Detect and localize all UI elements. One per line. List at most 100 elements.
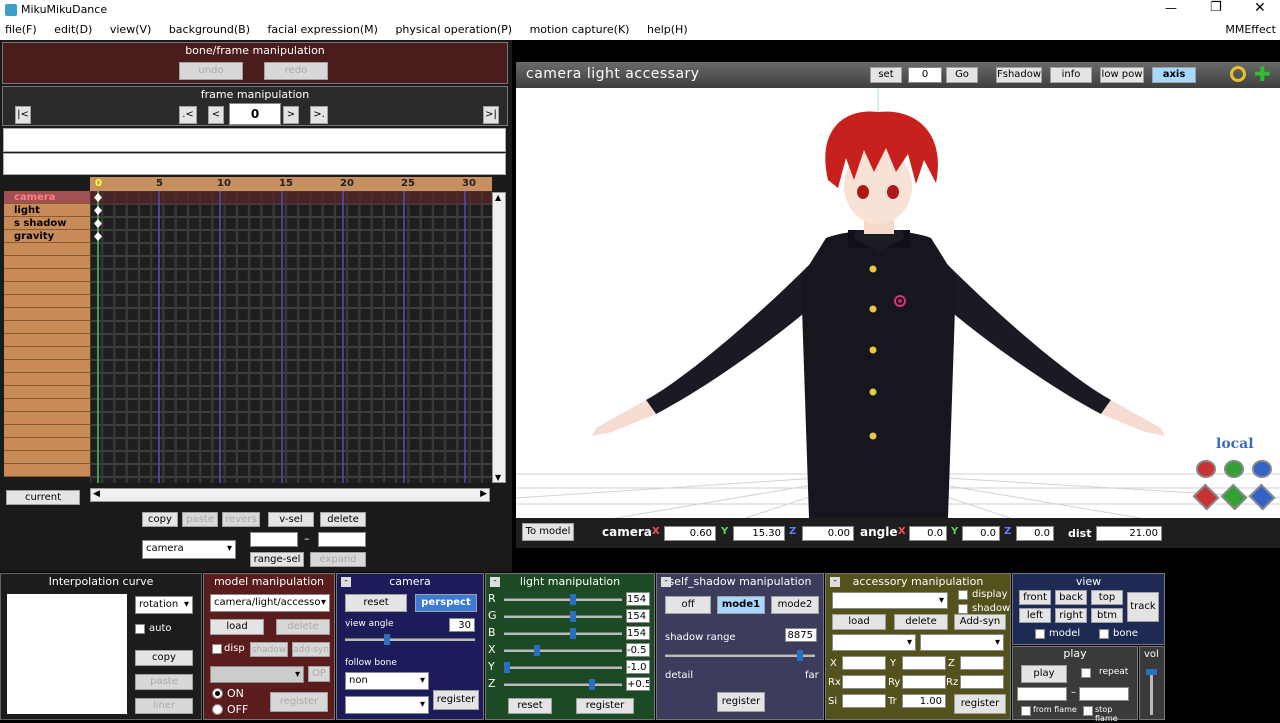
view-angle-slider[interactable] — [345, 634, 475, 645]
set-button[interactable]: set — [870, 67, 902, 83]
menu-edit[interactable]: edit(D) — [54, 20, 92, 40]
move-icon[interactable]: ✚ — [1254, 62, 1271, 86]
prev-key-button[interactable]: .< — [179, 106, 197, 124]
shadow-mode1-button[interactable]: mode1 — [717, 596, 765, 614]
lane-light[interactable]: light — [14, 204, 40, 217]
prev-frame-button[interactable]: < — [208, 106, 224, 124]
acc-display-checkbox[interactable] — [958, 590, 968, 600]
accessory-collapse-icon[interactable]: - — [830, 577, 840, 587]
scroll-down-icon[interactable]: ▼ — [495, 473, 501, 482]
delete-frame-button[interactable]: delete — [320, 512, 366, 527]
light-r-slider[interactable] — [504, 594, 622, 605]
follow-model-select[interactable]: non — [345, 672, 429, 690]
off-radio[interactable] — [212, 704, 223, 715]
view-right-button[interactable]: right — [1055, 608, 1087, 623]
cam-y-input[interactable]: 15.30 — [733, 526, 785, 541]
interp-curve-canvas[interactable] — [7, 594, 127, 714]
follow-bone-select[interactable] — [345, 696, 429, 714]
acc-shadow-checkbox[interactable] — [958, 604, 968, 614]
shadow-range-slider[interactable] — [665, 650, 815, 661]
view-track-button[interactable]: track — [1127, 592, 1159, 622]
info-button[interactable]: info — [1050, 67, 1092, 83]
angle-x-input[interactable]: 0.0 — [909, 526, 947, 541]
acc-load-button[interactable]: load — [832, 614, 886, 630]
low-pow-button[interactable]: low pow — [1100, 67, 1144, 83]
model-load-button[interactable]: load — [210, 619, 264, 635]
dist-input[interactable]: 21.00 — [1096, 526, 1162, 541]
rotate-x-icon[interactable] — [1196, 460, 1216, 478]
light-g-input[interactable]: 154 — [626, 609, 650, 623]
expand-button[interactable]: expand — [310, 552, 366, 567]
on-radio[interactable] — [212, 688, 223, 699]
op-select[interactable] — [210, 666, 304, 683]
light-x-slider[interactable] — [504, 645, 622, 656]
light-b-input[interactable]: 154 — [626, 626, 650, 640]
shadow-register-button[interactable]: register — [717, 692, 765, 712]
redo-button[interactable]: redo — [264, 62, 328, 80]
light-y-input[interactable]: -1.0 — [626, 660, 650, 674]
timeline[interactable]: 0 5 10 15 20 25 30 camera light s shadow… — [4, 177, 492, 483]
close-icon[interactable]: ✕ — [1254, 0, 1266, 16]
rotate-y-icon[interactable] — [1224, 460, 1244, 478]
model-select[interactable]: camera/light/accesso — [210, 594, 330, 612]
auto-checkbox[interactable] — [135, 624, 145, 634]
acc-y-input[interactable] — [902, 656, 946, 670]
timeline-vscroll[interactable]: ▲ ▼ — [492, 192, 506, 483]
range-start-input[interactable] — [250, 532, 298, 547]
shadow-mode2-button[interactable]: mode2 — [771, 596, 819, 614]
zoom-icon[interactable] — [1230, 66, 1246, 82]
stop-frame-input[interactable] — [1079, 687, 1129, 701]
menu-physical-operation[interactable]: physical operation(P) — [395, 20, 512, 40]
interp-copy-button[interactable]: copy — [135, 650, 193, 666]
model-shadow-button[interactable]: shadow — [250, 642, 288, 657]
paste-frame-button[interactable]: paste — [182, 512, 218, 527]
acc-add-syn-button[interactable]: Add-syn — [954, 614, 1006, 630]
from-flame-checkbox[interactable] — [1021, 706, 1031, 716]
view-angle-input[interactable]: 30 — [449, 618, 475, 632]
acc-x-input[interactable] — [842, 656, 886, 670]
scroll-right-icon[interactable]: ▶ — [480, 489, 487, 499]
range-sel-button[interactable]: range-sel — [250, 552, 304, 567]
light-collapse-icon[interactable]: - — [490, 577, 500, 587]
stop-flame-checkbox[interactable] — [1083, 706, 1093, 716]
first-frame-button[interactable]: |< — [15, 106, 31, 124]
light-reset-button[interactable]: reset — [508, 698, 552, 714]
go-button[interactable]: Go — [946, 67, 978, 83]
camera-reset-button[interactable]: reset — [345, 594, 407, 612]
perspect-button[interactable]: perspect — [415, 594, 477, 612]
fshadow-button[interactable]: Fshadow — [996, 67, 1042, 83]
shadow-off-button[interactable]: off — [665, 596, 711, 614]
lane-s-shadow[interactable]: s shadow — [14, 217, 67, 230]
frame-number-input[interactable]: 0 — [229, 103, 281, 125]
acc-ry-input[interactable] — [902, 675, 946, 689]
edit-target-select[interactable]: camera — [142, 540, 236, 559]
cam-x-input[interactable]: 0.60 — [664, 526, 716, 541]
menu-mmeffect[interactable]: MMEffect — [1225, 20, 1276, 40]
view-model-checkbox[interactable] — [1035, 629, 1045, 639]
acc-rz-input[interactable] — [960, 675, 1004, 689]
view-top-button[interactable]: top — [1091, 590, 1123, 605]
repeat-checkbox[interactable] — [1081, 668, 1091, 678]
play-button[interactable]: play — [1021, 665, 1067, 683]
light-z-input[interactable]: +0.5 — [626, 677, 650, 691]
acc-bone-select[interactable] — [920, 634, 1004, 651]
view-btm-button[interactable]: btm — [1091, 608, 1123, 623]
light-b-slider[interactable] — [504, 628, 622, 639]
interp-liner-button[interactable]: liner — [135, 698, 193, 714]
menu-facial-expression[interactable]: facial expression(M) — [268, 20, 378, 40]
interp-type-select[interactable]: rotation — [135, 596, 193, 614]
accessory-select[interactable] — [832, 592, 948, 609]
view-bone-checkbox[interactable] — [1099, 629, 1109, 639]
light-y-slider[interactable] — [504, 662, 622, 673]
acc-z-input[interactable] — [960, 656, 1004, 670]
to-model-button[interactable]: To model — [522, 523, 574, 541]
light-r-input[interactable]: 154 — [626, 592, 650, 606]
set-frame-input[interactable]: 0 — [908, 67, 942, 83]
scene-3d[interactable] — [516, 88, 1280, 518]
acc-register-button[interactable]: register — [954, 694, 1006, 714]
model-delete-button[interactable]: delete — [276, 619, 330, 635]
volume-knob[interactable] — [1146, 669, 1157, 675]
scroll-left-icon[interactable]: ◀ — [93, 489, 100, 499]
menu-view[interactable]: view(V) — [110, 20, 151, 40]
undo-button[interactable]: undo — [179, 62, 243, 80]
